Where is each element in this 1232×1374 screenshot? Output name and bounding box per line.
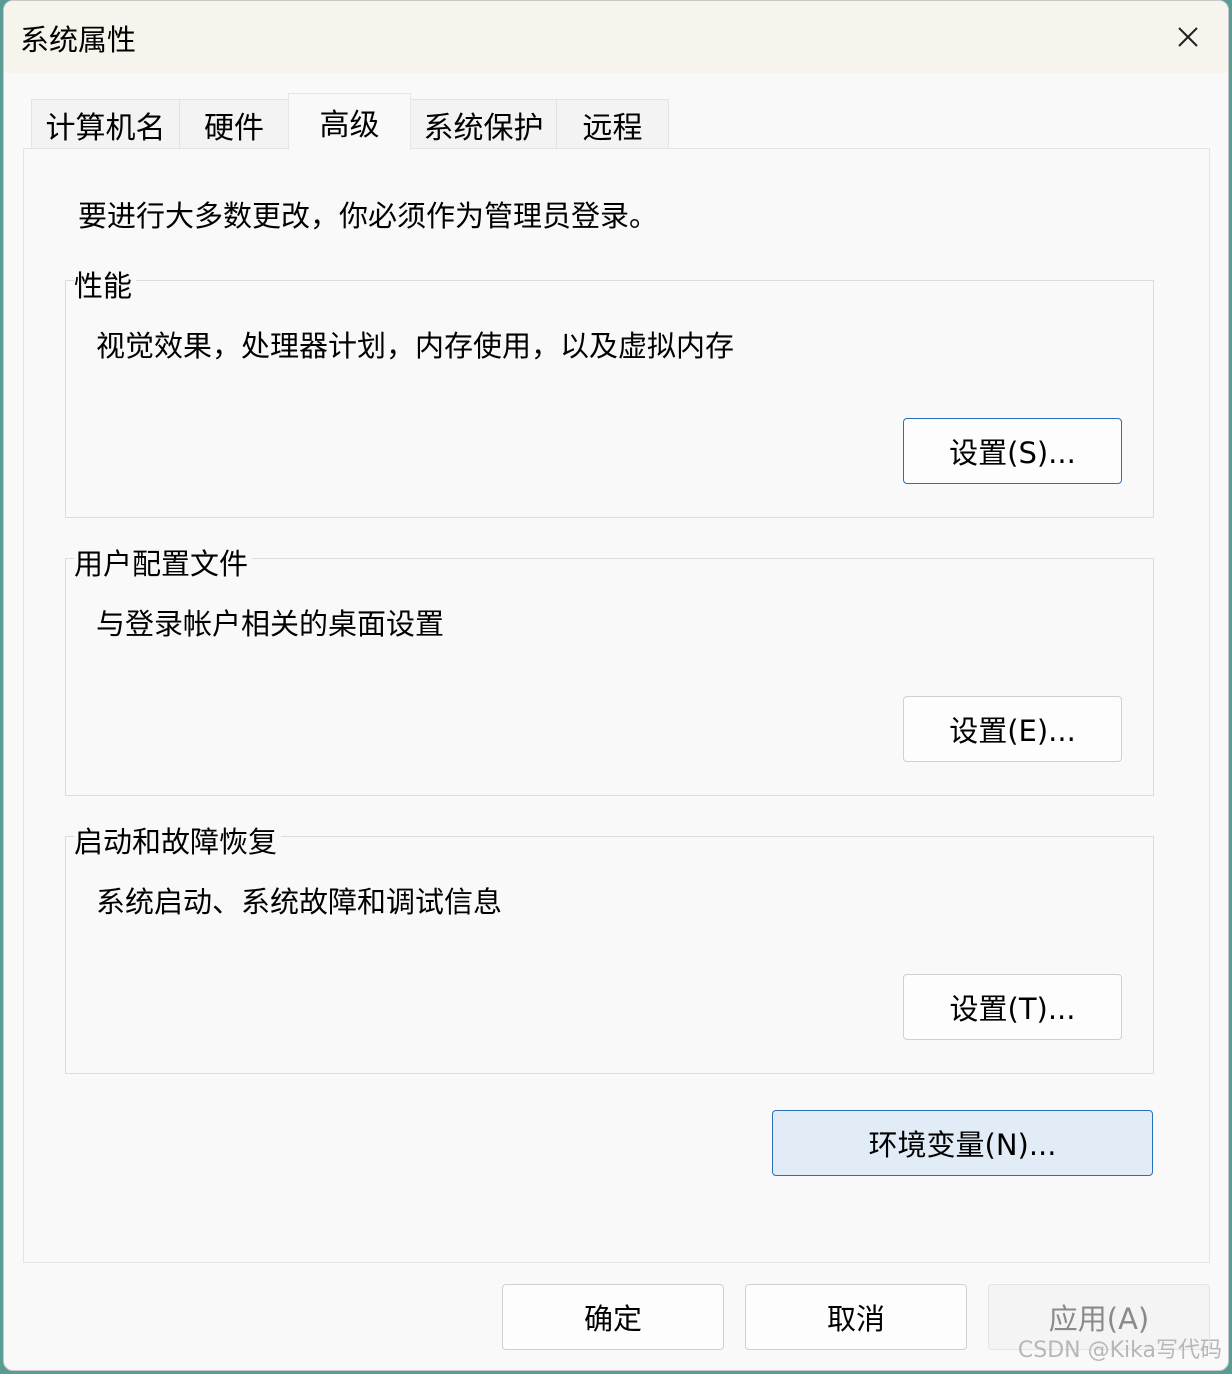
title-bar: 系统属性	[4, 1, 1228, 73]
window-title: 系统属性	[20, 23, 137, 57]
ok-button[interactable]: 确定	[502, 1284, 724, 1350]
startup-recovery-group: 启动和故障恢复 系统启动、系统故障和调试信息 设置(T)...	[65, 819, 1154, 1074]
advanced-tab-panel: 要进行大多数更改，你必须作为管理员登录。 性能 视觉效果，处理器计划，内存使用，…	[23, 148, 1210, 1263]
tab-computer-name[interactable]: 计算机名	[31, 99, 180, 149]
user-profiles-group-title: 用户配置文件	[74, 541, 253, 583]
user-profiles-description: 与登录帐户相关的桌面设置	[96, 607, 445, 641]
admin-notice: 要进行大多数更改，你必须作为管理员登录。	[78, 199, 659, 233]
user-profiles-settings-button[interactable]: 设置(E)...	[903, 696, 1122, 762]
performance-group: 性能 视觉效果，处理器计划，内存使用，以及虚拟内存 设置(S)...	[65, 263, 1154, 518]
tab-advanced[interactable]: 高级	[288, 93, 411, 150]
close-icon	[1178, 27, 1198, 47]
user-profiles-group: 用户配置文件 与登录帐户相关的桌面设置 设置(E)...	[65, 541, 1154, 796]
cancel-button[interactable]: 取消	[745, 1284, 967, 1350]
tab-remote[interactable]: 远程	[556, 99, 669, 149]
startup-recovery-description: 系统启动、系统故障和调试信息	[96, 885, 503, 919]
performance-description: 视觉效果，处理器计划，内存使用，以及虚拟内存	[96, 329, 735, 363]
watermark: CSDN @Kika写代码	[1017, 1338, 1222, 1363]
tab-system-protection[interactable]: 系统保护	[410, 99, 557, 149]
performance-group-title: 性能	[74, 263, 137, 305]
system-properties-dialog: 系统属性 计算机名 硬件 高级 系统保护 远程 要进行大多数更改，你必须作为管理…	[3, 0, 1229, 1371]
close-button[interactable]	[1148, 1, 1228, 73]
startup-recovery-group-title: 启动和故障恢复	[74, 819, 282, 861]
environment-variables-button[interactable]: 环境变量(N)...	[772, 1110, 1153, 1176]
tab-hardware[interactable]: 硬件	[179, 99, 289, 149]
startup-recovery-settings-button[interactable]: 设置(T)...	[903, 974, 1122, 1040]
performance-settings-button[interactable]: 设置(S)...	[903, 418, 1122, 484]
